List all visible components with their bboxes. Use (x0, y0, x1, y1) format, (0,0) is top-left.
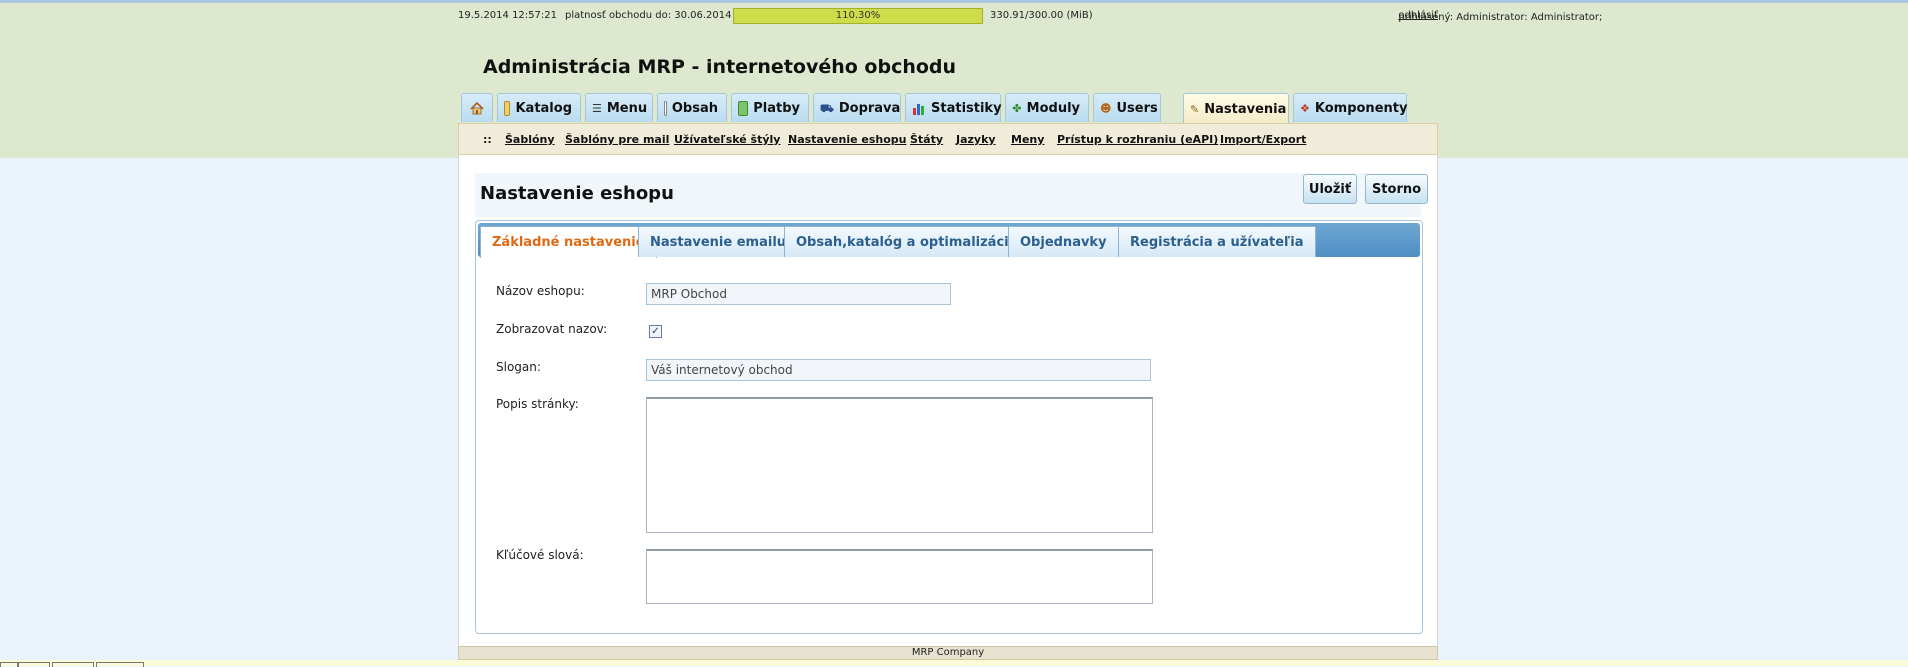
nav-tab-label: Users (1116, 100, 1158, 116)
users-icon: ☻ (1100, 101, 1112, 115)
footer: MRP Company (458, 646, 1438, 660)
show-name-label: Zobrazovat nazov: (496, 322, 608, 336)
sub-navigation: :: Šablóny Šablóny pre mail Užívateľské … (458, 123, 1438, 155)
nav-tab-obsah[interactable]: Obsah (657, 93, 727, 122)
keywords-label: Kľúčové slová: (496, 548, 584, 562)
components-icon: ❖ (1300, 101, 1310, 115)
tab-zakladne-nastavenie[interactable]: Základné nastavenie (480, 226, 657, 258)
form-tabs-bar: Základné nastavenie Nastavenie emailu Ob… (478, 223, 1420, 258)
document-icon (664, 100, 667, 116)
subnav-eapi[interactable]: Prístup k rozhraniu (eAPI) (1057, 133, 1218, 146)
page-header: Nastavenie eshopu Uložiť Storno (475, 173, 1428, 217)
nav-tab-label: Nastavenia (1204, 101, 1287, 117)
nav-tab-nastavenia[interactable]: ✎ Nastavenia (1183, 93, 1289, 124)
cancel-button[interactable]: Storno (1365, 174, 1428, 204)
nav-tab-label: Statistiky (931, 100, 1002, 116)
tab-obsah-katalog[interactable]: Obsah,katalóg a optimalizácia (784, 226, 1030, 257)
nav-tab-komponenty[interactable]: ❖ Komponenty (1293, 93, 1407, 122)
subnav-meny[interactable]: Meny (1011, 133, 1044, 146)
taskbar-item[interactable] (52, 662, 94, 667)
description-label: Popis stránky: (496, 397, 579, 411)
nav-tab-users[interactable]: ☻ Users (1093, 93, 1161, 122)
shop-name-label: Názov eshopu: (496, 284, 585, 298)
settings-form: Základné nastavenie Nastavenie emailu Ob… (475, 220, 1423, 634)
nav-tab-menu[interactable]: ☰ Menu (585, 93, 653, 122)
save-button[interactable]: Uložiť (1303, 174, 1357, 204)
slogan-label: Slogan: (496, 360, 541, 374)
taskbar-item[interactable] (0, 662, 18, 667)
nav-tab-label: Moduly (1026, 100, 1080, 116)
subnav-nastavenie-eshopu[interactable]: Nastavenie eshopu (788, 133, 906, 146)
taskbar-item[interactable] (18, 662, 50, 667)
subnav-jazyky[interactable]: Jazyky (956, 133, 996, 146)
content-panel: Nastavenie eshopu Uložiť Storno Základné… (458, 155, 1438, 646)
subnav-bullet: :: (483, 133, 492, 146)
nav-tab-doprava[interactable]: ⛟ Doprava (813, 93, 901, 122)
nav-tab-label: Menu (606, 100, 648, 116)
tab-nastavenie-emailu[interactable]: Nastavenie emailu (638, 226, 799, 257)
subnav-staty[interactable]: Štáty (910, 133, 943, 146)
puzzle-icon: ✤ (1012, 101, 1022, 115)
keywords-textarea[interactable] (646, 549, 1153, 604)
taskbar-item[interactable] (96, 662, 144, 667)
nav-tab-statistiky[interactable]: Statistiky (905, 93, 1002, 122)
description-textarea[interactable] (646, 397, 1153, 533)
nav-tab-label: Doprava (838, 100, 901, 116)
settings-edit-icon: ✎ (1190, 102, 1200, 116)
nav-tab-label: Obsah (671, 100, 718, 116)
folder-icon (504, 100, 511, 116)
nav-tab-label: Katalog (515, 100, 572, 116)
validity-text: platnosť obchodu do: 30.06.2014 (565, 10, 732, 21)
home-icon (470, 101, 484, 115)
bottom-strip (0, 660, 1908, 666)
nav-tab-home[interactable] (461, 93, 493, 122)
money-icon (738, 100, 749, 116)
subnav-import-export[interactable]: Import/Export (1220, 133, 1306, 146)
bar-chart-icon (912, 102, 926, 115)
nav-tab-katalog[interactable]: Katalog (497, 93, 581, 122)
truck-icon: ⛟ (820, 101, 834, 115)
subnav-sablony[interactable]: Šablóny (505, 133, 555, 146)
storage-text: 330.91/300.00 (MiB) (990, 10, 1093, 21)
subnav-uzivatelske-styly[interactable]: Užívateľské štýly (674, 133, 780, 146)
subnav-sablony-mail[interactable]: Šablóny pre mail (565, 133, 669, 146)
logged-user-text: prihlásený: Administrator: Administrator… (1398, 12, 1603, 23)
nav-tab-moduly[interactable]: ✤ Moduly (1005, 93, 1089, 122)
tab-registracia[interactable]: Registrácia a užívateľia (1118, 226, 1316, 257)
slogan-input[interactable]: Váš internetový obchod (646, 359, 1151, 381)
nav-tab-platby[interactable]: Platby (731, 93, 809, 122)
quota-progress-bar: 110.30% (733, 8, 983, 24)
shop-name-input[interactable]: MRP Obchod (646, 283, 951, 305)
tab-objednavky[interactable]: Objednavky (1008, 226, 1119, 257)
datetime-text: 19.5.2014 12:57:21 (458, 10, 557, 21)
user-info: prihlásený: Administrator: Administrator… (1398, 10, 1602, 23)
app-title: Administrácia MRP - internetového obchod… (483, 56, 957, 78)
list-icon: ☰ (592, 101, 602, 115)
nav-tab-label: Platby (753, 100, 800, 116)
nav-tab-label: Komponenty (1314, 100, 1408, 116)
page-title: Nastavenie eshopu (480, 183, 674, 204)
show-name-checkbox[interactable]: ✓ (649, 325, 662, 338)
